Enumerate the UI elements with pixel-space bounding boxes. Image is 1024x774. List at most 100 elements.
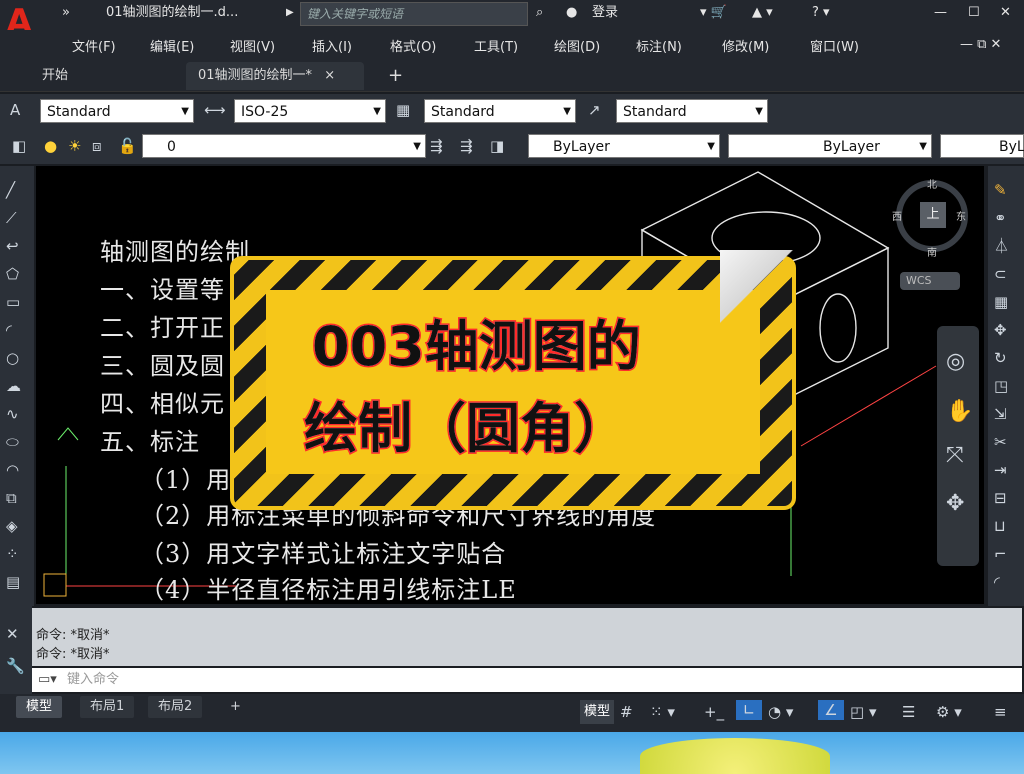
fillet-icon[interactable]: ◜ [994, 572, 1000, 592]
insert-block-icon[interactable]: ⧉ [6, 488, 17, 508]
join-icon[interactable]: ⊔ [994, 516, 1006, 536]
search-input[interactable]: 键入关键字或短语 [300, 2, 528, 26]
new-tab-button[interactable]: + [376, 62, 415, 90]
customization-menu-icon[interactable]: ≡ [994, 702, 1007, 722]
scale-icon[interactable]: ◳ [994, 376, 1008, 396]
mirror-icon[interactable]: ⏃ [994, 236, 1009, 256]
command-prompt-icon[interactable]: ▭▾ [32, 672, 63, 687]
menu-file[interactable]: 文件(F) [72, 36, 116, 55]
lineweight-toggle-icon[interactable]: ☰ [902, 702, 915, 722]
tab-document[interactable]: 01轴测图的绘制一* × [186, 62, 364, 90]
layer-manager-icon[interactable]: ◧ [12, 136, 26, 156]
rectangle-icon[interactable]: ▭ [6, 292, 20, 312]
menu-format[interactable]: 格式(O) [390, 36, 436, 55]
pan-hand-icon[interactable]: ✋ [946, 401, 973, 423]
table-style-icon[interactable]: ▦ [396, 100, 410, 120]
infer-constraints-icon[interactable]: +_ [704, 702, 724, 722]
polygon-icon[interactable]: ⬠ [6, 264, 19, 284]
polyline-icon[interactable]: ↩ [6, 236, 19, 256]
hatch-icon[interactable]: ▤ [6, 572, 20, 592]
grid-icon[interactable]: # [620, 702, 633, 722]
arc-icon[interactable]: ◜ [6, 320, 12, 340]
text-style-select[interactable]: Standard ▼ [40, 99, 194, 123]
steering-wheel-icon[interactable]: ◎ [946, 351, 965, 373]
help-icon[interactable]: ? ▾ [812, 0, 830, 26]
model-space-button[interactable]: 模型 [580, 700, 614, 724]
trim-icon[interactable]: ✂ [994, 432, 1007, 452]
erase-icon[interactable]: ✎ [994, 180, 1007, 200]
chamfer-icon[interactable]: ⌐ [994, 544, 1007, 564]
text-style-icon[interactable]: A [10, 100, 20, 120]
wcs-menu[interactable]: WCS [900, 272, 960, 290]
array-icon[interactable]: ▦ [994, 292, 1008, 312]
login-link[interactable]: 登录 [592, 0, 618, 26]
lineweight-select[interactable]: ByL [940, 134, 1024, 158]
menu-edit[interactable]: 编辑(E) [150, 36, 194, 55]
tab-start[interactable]: 开始 [30, 62, 80, 90]
tab-close-icon[interactable]: × [324, 68, 335, 83]
menu-window[interactable]: 窗口(W) [810, 36, 859, 55]
rotate-icon[interactable]: ↻ [994, 348, 1007, 368]
table-style-select[interactable]: Standard ▼ [424, 99, 576, 123]
polar-tracking-icon[interactable]: ◔ ▾ [768, 702, 793, 722]
quick-access-chevron-icon[interactable]: » [62, 0, 70, 26]
layer-match-icon[interactable]: ⇶ [460, 136, 473, 156]
layer-previous-icon[interactable]: ◨ [490, 136, 504, 156]
make-current-layer-icon[interactable]: ⇶ [430, 136, 443, 156]
search-icon[interactable]: ⌕ [536, 0, 543, 26]
ellipse-icon[interactable]: ⬭ [6, 432, 19, 452]
menu-draw[interactable]: 绘图(D) [554, 36, 600, 55]
menu-tools[interactable]: 工具(T) [474, 36, 518, 55]
menu-dimension[interactable]: 标注(N) [636, 36, 682, 55]
dim-style-icon[interactable]: ⟷ [204, 100, 226, 120]
new-layout-button[interactable]: + [220, 696, 251, 718]
ortho-icon[interactable]: ∟ [736, 700, 762, 720]
minimize-icon[interactable]: — [934, 0, 947, 26]
ellipse-arc-icon[interactable]: ◠ [6, 460, 19, 480]
workspace-gear-icon[interactable]: ⚙ ▾ [936, 702, 962, 722]
circle-icon[interactable]: ○ [6, 348, 19, 368]
layer-viewport-icon[interactable]: ⧈ [92, 136, 102, 156]
command-input[interactable]: ▭▾ 键入命令 [32, 668, 1022, 692]
layout-tab-layout1[interactable]: 布局1 [80, 696, 135, 718]
close-command-icon[interactable]: ✕ [6, 624, 19, 644]
mleader-style-select[interactable]: Standard ▼ [616, 99, 768, 123]
a360-icon[interactable]: ▲ ▾ [752, 0, 773, 26]
make-block-icon[interactable]: ◈ [6, 516, 18, 536]
menu-insert[interactable]: 插入(I) [312, 36, 352, 55]
zoom-extents-icon[interactable]: ⤧ [946, 445, 964, 467]
extend-icon[interactable]: ⇥ [994, 460, 1007, 480]
dim-style-select[interactable]: ISO-25 ▼ [234, 99, 386, 123]
color-select[interactable]: ByLayer ▼ [528, 134, 720, 158]
snap-icon[interactable]: ⁙ ▾ [650, 702, 675, 722]
layout-tab-model[interactable]: 模型 [16, 696, 63, 718]
move-icon[interactable]: ✥ [994, 320, 1007, 340]
layer-lock-icon[interactable]: 🔓 [118, 136, 137, 156]
stretch-icon[interactable]: ⇲ [994, 404, 1007, 424]
revcloud-icon[interactable]: ☁ [6, 376, 21, 396]
line-icon[interactable]: ╱ [6, 180, 15, 200]
isodraft-icon[interactable]: ∠ [818, 700, 844, 720]
customize-wrench-icon[interactable]: 🔧 [6, 656, 25, 676]
menu-view[interactable]: 视图(V) [230, 36, 275, 55]
mleader-style-icon[interactable]: ↗ [588, 100, 601, 120]
point-icon[interactable]: ⁘ [6, 544, 19, 564]
maximize-icon[interactable]: ☐ [968, 0, 980, 26]
offset-icon[interactable]: ⊂ [994, 264, 1007, 284]
layout-tab-layout2[interactable]: 布局2 [148, 696, 203, 718]
object-snap-icon[interactable]: ◰ ▾ [850, 702, 876, 722]
menu-modify[interactable]: 修改(M) [722, 36, 769, 55]
title-arrow-icon[interactable]: ▶ [286, 0, 294, 26]
layer-freeze-sun-icon[interactable]: ☀ [68, 136, 81, 156]
layer-on-bulb-icon[interactable]: ● [44, 136, 57, 156]
spline-icon[interactable]: ∿ [6, 404, 19, 424]
doc-window-controls[interactable]: — ⧉ ✕ [960, 32, 1001, 58]
viewcube-top-face[interactable]: 上 [920, 202, 946, 228]
construction-line-icon[interactable]: ⟋ [6, 208, 17, 228]
copy-icon[interactable]: ⚭ [994, 208, 1007, 228]
user-icon[interactable]: ● [566, 0, 577, 26]
close-icon[interactable]: ✕ [1000, 0, 1011, 26]
orbit-icon[interactable]: ✥ [946, 493, 964, 515]
cart-icon[interactable]: ▾ 🛒 [700, 0, 727, 26]
break-icon[interactable]: ⊟ [994, 488, 1007, 508]
